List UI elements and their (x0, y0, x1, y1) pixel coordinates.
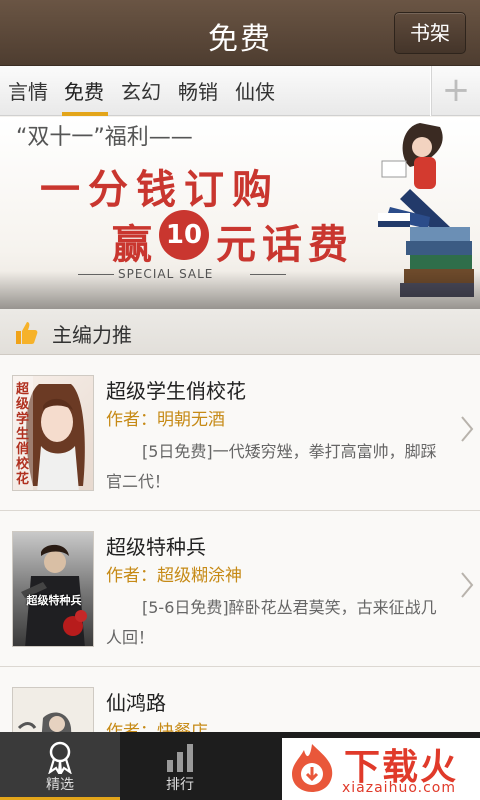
tab-romance[interactable]: 言情 (8, 76, 48, 105)
book-list-item[interactable]: 超级特种兵 超级特种兵 作者：超级糊涂神 [5-6日免费]醉卧花丛君莫笑，古来征… (0, 511, 480, 667)
tab-bestseller[interactable]: 畅销 (178, 76, 218, 105)
book-description: [5日免费]一代矮穷矬，拳打高富帅，脚踩官二代！ (106, 442, 437, 491)
book-title: 超级学生俏校花 (106, 379, 246, 403)
plus-icon[interactable]: + (432, 66, 480, 116)
cover-art (21, 544, 87, 646)
banner-pretitle: “双十一”福利—— (16, 125, 193, 150)
book-author: 作者：明朝无酒 (106, 410, 225, 430)
banner-prize-text: 元话费 (216, 222, 354, 268)
prize-amount-badge: 10 (159, 210, 209, 260)
tab-fantasy[interactable]: 玄幻 (121, 76, 161, 105)
book-title: 超级特种兵 (106, 535, 206, 559)
chevron-right-icon (461, 572, 474, 598)
book-cover: 超级学生俏校花 (12, 375, 94, 491)
section-header: 主编力推 (0, 309, 480, 355)
thumbs-up-icon (16, 322, 38, 344)
banner-win-text: 赢 (112, 222, 158, 268)
banner-subheadline: 赢 元话费 (112, 212, 354, 270)
title-bar: 免费 书架 (0, 0, 480, 66)
banner-bottom-shadow (0, 271, 480, 309)
bar-chart-icon (167, 744, 193, 772)
nav-ranking[interactable]: 排行 (120, 732, 240, 800)
nav-featured-label: 精选 (46, 777, 74, 793)
flame-logo-icon (292, 744, 333, 792)
cover-title: 超级学生俏校花 (16, 382, 30, 487)
watermark: 下载火 xiazaihuo.com (282, 738, 480, 800)
category-tabs: 言情 免费 玄幻 畅销 仙侠 + (0, 66, 480, 116)
book-description: [5-6日免费]醉卧花丛君莫笑，古来征战几人回！ (106, 598, 437, 647)
banner-headline: 一分钱订购 (40, 167, 280, 213)
book-title: 仙鸿路 (106, 691, 166, 715)
bookshelf-button[interactable]: 书架 (394, 12, 466, 54)
section-title: 主编力推 (52, 323, 132, 347)
book-cover: 超级特种兵 (12, 531, 94, 647)
watermark-url: xiazaihuo.com (342, 780, 456, 796)
nav-featured[interactable]: 精选 (0, 732, 120, 800)
tab-free[interactable]: 免费 (64, 76, 104, 105)
cover-title: 超级特种兵 (26, 594, 82, 607)
tab-xianxia[interactable]: 仙侠 (235, 76, 275, 105)
nav-ranking-label: 排行 (166, 777, 194, 793)
chevron-right-icon (461, 416, 474, 442)
promo-banner[interactable]: “双十一”福利—— 一分钱订购 赢元话费 10 SPECIAL SALE (0, 117, 480, 309)
book-author: 作者：超级糊涂神 (106, 566, 242, 586)
active-tab-indicator (62, 112, 108, 116)
ribbon-icon (48, 741, 72, 774)
book-list-item[interactable]: 超级学生俏校花 超级学生俏校花 作者：明朝无酒 [5日免费]一代矮穷矬，拳打高富… (0, 355, 480, 511)
